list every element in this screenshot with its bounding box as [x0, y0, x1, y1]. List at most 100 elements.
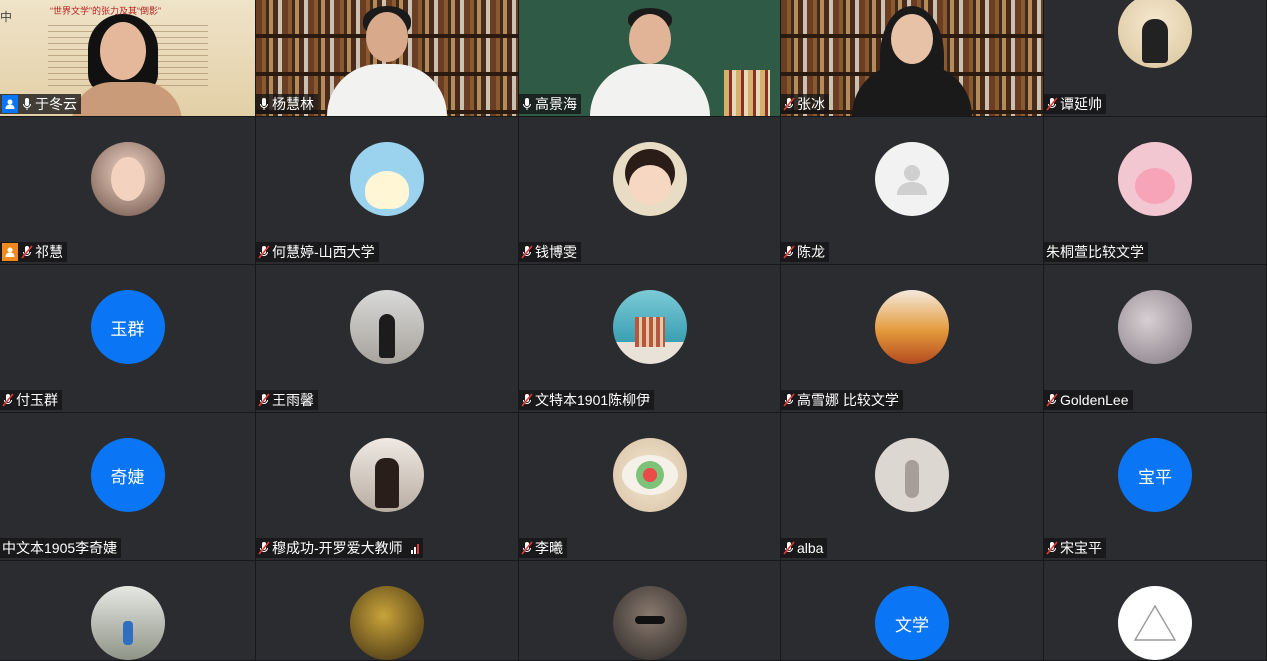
- name-bar: 王雨馨: [256, 390, 318, 410]
- avatar: [1118, 0, 1192, 68]
- name-bar: 李曦: [519, 538, 567, 558]
- name-bar: 陈龙: [781, 242, 829, 262]
- mic-muted-icon: [521, 393, 533, 407]
- participant-tile-muchenggong[interactable]: 穆成功-开罗爱大教师: [256, 413, 519, 561]
- participant-name: 钱博雯: [535, 244, 577, 260]
- avatar: [612, 586, 687, 660]
- name-bar: 钱博雯: [519, 242, 581, 262]
- avatar: [1118, 290, 1192, 364]
- participant-tile-chenlong[interactable]: 陈龙: [781, 117, 1044, 265]
- avatar: [875, 290, 949, 364]
- triangle-icon: [1118, 586, 1192, 660]
- person-face: [100, 22, 146, 80]
- participant-tile[interactable]: [0, 561, 256, 661]
- participant-tile-lixi[interactable]: 李曦: [519, 413, 781, 561]
- person-face: [628, 14, 671, 64]
- avatar: [90, 142, 165, 216]
- person-body: [589, 64, 710, 116]
- participant-tile-zhangbing[interactable]: 张冰: [781, 0, 1044, 117]
- participant-name: 祁慧: [35, 244, 63, 260]
- participant-name: 高雪娜 比较文学: [797, 392, 899, 408]
- person-face: [366, 12, 408, 62]
- mic-muted-icon: [258, 541, 270, 555]
- mic-on-icon: [523, 98, 531, 110]
- participant-name: 穆成功-开罗爱大教师: [272, 540, 403, 556]
- name-bar: 朱桐萱比较文学: [1044, 242, 1148, 262]
- participant-tile-yanghuilin[interactable]: 杨慧林: [256, 0, 519, 117]
- avatar: [612, 142, 687, 216]
- participant-name: 高景海: [535, 96, 577, 112]
- mic-muted-icon: [1046, 97, 1058, 111]
- participant-tile-qianbowen[interactable]: 钱博雯: [519, 117, 781, 265]
- avatar: [350, 438, 424, 512]
- avatar: [612, 438, 687, 512]
- avatar: [350, 142, 424, 216]
- name-bar: 何慧婷-山西大学: [256, 242, 379, 262]
- name-bar: 于冬云: [0, 94, 81, 114]
- name-bar: 文特本1901陈柳伊: [519, 390, 655, 410]
- avatar: [1118, 142, 1192, 216]
- participant-name: 宋宝平: [1060, 540, 1102, 556]
- name-bar: 高雪娜 比较文学: [781, 390, 903, 410]
- slide-title: “世界文学”的张力及其“倒影”: [50, 6, 161, 16]
- participant-tile-tanyanshuai[interactable]: 谭延帅: [1044, 0, 1267, 117]
- avatar: [875, 438, 949, 512]
- network-signal-icon: [410, 542, 419, 554]
- participant-tile-yudongyun[interactable]: “世界文学”的张力及其“倒影” 中 于冬云: [0, 0, 256, 117]
- avatar-initials: 宝平: [1118, 438, 1192, 512]
- mic-muted-icon: [783, 541, 795, 555]
- participant-name: 付玉群: [16, 392, 58, 408]
- mic-muted-icon: [783, 393, 795, 407]
- host-icon: [2, 95, 18, 113]
- participant-name: 中文本1905李奇婕: [2, 540, 118, 556]
- mic-on-icon: [23, 98, 31, 110]
- avatar: [350, 586, 424, 660]
- participant-name: GoldenLee: [1060, 392, 1129, 408]
- name-bar: 中文本1905李奇婕: [0, 538, 122, 558]
- participant-name: 何慧婷-山西大学: [272, 244, 375, 260]
- mic-muted-icon: [258, 245, 270, 259]
- avatar: [612, 290, 687, 364]
- participant-tile[interactable]: [519, 561, 781, 661]
- name-bar: 杨慧林: [256, 94, 318, 114]
- person-face: [891, 14, 933, 64]
- avatar-initials: 奇婕: [90, 438, 165, 512]
- mic-muted-icon: [521, 541, 533, 555]
- books-shelf: [724, 70, 770, 116]
- participant-tile-alba[interactable]: alba: [781, 413, 1044, 561]
- participant-tile-gaoxuena[interactable]: 高雪娜 比较文学: [781, 265, 1044, 413]
- participant-tile-liqijie[interactable]: 奇婕 中文本1905李奇婕: [0, 413, 256, 561]
- default-avatar-icon: [875, 142, 949, 216]
- mic-muted-icon: [521, 245, 533, 259]
- mic-muted-icon: [783, 97, 795, 111]
- name-bar: 张冰: [781, 94, 829, 114]
- participant-tile-fuyuqun[interactable]: 玉群 付玉群: [0, 265, 256, 413]
- name-bar: 穆成功-开罗爱大教师: [256, 538, 423, 558]
- mic-muted-icon: [258, 393, 270, 407]
- name-bar: 高景海: [519, 94, 581, 114]
- participant-tile[interactable]: [1044, 561, 1267, 661]
- participant-tile-goldenlee[interactable]: GoldenLee: [1044, 265, 1267, 413]
- mic-muted-icon: [1046, 541, 1058, 555]
- participant-tile-hehuiting[interactable]: 何慧婷-山西大学: [256, 117, 519, 265]
- name-bar: 祁慧: [0, 242, 67, 262]
- participant-tile-songbaoping[interactable]: 宝平 宋宝平: [1044, 413, 1267, 561]
- mic-muted-icon: [2, 393, 14, 407]
- participant-name: 张冰: [797, 96, 825, 112]
- participant-name: 朱桐萱比较文学: [1046, 244, 1144, 260]
- participant-tile-chenliuyi[interactable]: 文特本1901陈柳伊: [519, 265, 781, 413]
- participant-tile-wangyuxin[interactable]: 王雨馨: [256, 265, 519, 413]
- participant-tile[interactable]: [256, 561, 519, 661]
- mic-muted-icon: [1046, 393, 1058, 407]
- avatar-initials: 玉群: [90, 290, 165, 364]
- participant-name: 于冬云: [35, 96, 77, 112]
- participant-tile-gaojinghai[interactable]: 高景海: [519, 0, 781, 117]
- avatar: [90, 586, 165, 660]
- slide-left-char: 中: [0, 10, 13, 24]
- participant-tile[interactable]: 文学: [781, 561, 1044, 661]
- participant-tile-qihui[interactable]: 祁慧: [0, 117, 256, 265]
- participant-name: 陈龙: [797, 244, 825, 260]
- participant-name: 李曦: [535, 540, 563, 556]
- participant-tile-zhutongxuan[interactable]: 朱桐萱比较文学: [1044, 117, 1267, 265]
- name-bar: 宋宝平: [1044, 538, 1106, 558]
